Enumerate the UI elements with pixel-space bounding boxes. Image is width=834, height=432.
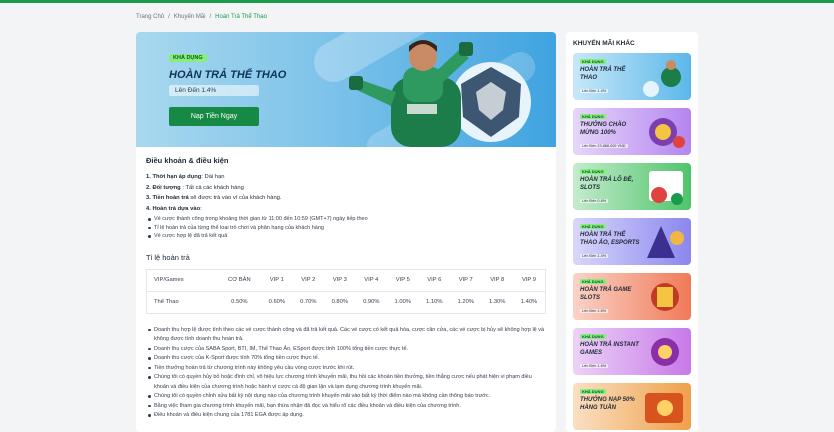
promo-card-badge: KHẢ DỤNG [580, 279, 606, 284]
promo-card-illustration [645, 393, 683, 423]
list-item: Chúng tôi có quyền chỉnh sửa bất kỳ nội … [146, 392, 546, 402]
table-cell: 1.20% [457, 299, 474, 305]
list-item: Doanh thu cược của SABA Sport, BTI, IM, … [146, 345, 546, 355]
table-cell: 0.60% [268, 299, 286, 305]
table-header: VIP 7 [450, 269, 482, 292]
promo-card-illustration [651, 283, 679, 311]
promo-card-badge: KHẢ DỤNG [580, 224, 606, 229]
table-cell: 1.10% [426, 299, 443, 305]
table-cell: 0.90% [363, 299, 380, 305]
promo-card-subtitle: Lên Đến 1.6% [580, 309, 609, 313]
terms-item: 3. Tiền hoàn trả sẽ được trả vào ví của … [146, 195, 282, 201]
list-item: Doanh thu cược của K-Sport được tính 70%… [146, 354, 546, 364]
promo-card-illustration [643, 60, 681, 97]
rebate-table-title: Tỉ lệ hoàn trả [146, 252, 190, 262]
table-header: VIP 6 [418, 269, 450, 292]
promo-card-illustration [647, 226, 684, 258]
other-promotions-sidebar: KHUYẾN MÃI KHÁC KHẢ DỤNG HOÀN TRẢ THỂ THA… [566, 32, 698, 432]
table-header: VIP 4 [355, 269, 388, 292]
promo-banner: KHẢ DỤNG HOÀN TRẢ THỂ THAO Lên Đến 1.4% … [136, 32, 556, 168]
terms-heading: Điều khoản & điều kiện [146, 156, 229, 165]
terms-item: 1. Thời hạn áp dụng: Dài hạn [146, 174, 225, 180]
table-row: Thể Thao 0.50% 0.60% 0.70% 0.80% 0.90% 1… [147, 291, 546, 313]
list-item: Điều khoản và điều kiện chung của 1781 E… [146, 411, 546, 421]
table-cell: 0.80% [331, 299, 349, 305]
terms-bullets: Vé cược thành công trong khoảng thời gia… [146, 215, 546, 241]
list-item: Tỉ lệ hoàn trả của từng thể loại trò chơ… [146, 224, 546, 233]
table-header: VIP 2 [292, 269, 325, 292]
deposit-now-button[interactable]: Nạp Tiền Ngay [169, 107, 259, 126]
table-cell: 1.30% [489, 299, 506, 305]
promo-card-badge: KHẢ DỤNG [580, 389, 606, 394]
breadcrumb-promotions[interactable]: Khuyến Mãi [174, 14, 206, 20]
promo-card-subtitle: Lên Đến 1.4% [580, 89, 609, 93]
promo-card-badge: KHẢ DỤNG [580, 334, 606, 339]
breadcrumb-home[interactable]: Trang Chủ [136, 14, 164, 20]
promo-card-subtitle: Lên Đến 1.4% [580, 254, 609, 258]
table-header: VIP 9 [512, 269, 546, 292]
terms-item: 2. Đối tượng : Tất cả các khách hàng [146, 184, 244, 191]
promo-card-illustration [651, 338, 679, 366]
promo-card[interactable]: KHẢ DỤNG HOÀN TRẢ GAME SLOTS Lên Đến 1.6% [573, 273, 691, 320]
table-header: VIP 1 [261, 269, 293, 292]
list-item: Chúng tôi có quyền hủy bỏ hoặc đình chỉ,… [146, 373, 546, 392]
promo-card-illustration [649, 171, 683, 205]
table-header: VIP 3 [324, 269, 356, 292]
breadcrumb-current: Hoàn Trả Thể Thao [215, 14, 267, 20]
promo-card-illustration [649, 118, 685, 148]
promo-card[interactable]: KHẢ DỤNG HOÀN TRẢ LÔ ĐỀ, SLOTS Lên Đến 0.8… [573, 163, 691, 210]
terms-item: 4. Hoàn trả dựa vào: [146, 205, 202, 212]
breadcrumb: Trang Chủ / Khuyến Mãi / Hoàn Trả Thể Th… [136, 14, 267, 20]
table-cell: 0.50% [231, 299, 248, 305]
promo-title: HOÀN TRẢ THỂ THAO [169, 69, 287, 81]
top-accent-bar [0, 0, 834, 3]
table-header: VIP 8 [481, 269, 513, 292]
rules-notes: Doanh thu hợp lệ được tính theo các vé c… [146, 326, 546, 421]
list-item: Tiền thưởng hoàn trả từ chương trình này… [146, 364, 546, 374]
table-cell: 1.40% [520, 299, 538, 305]
sidebar-title: KHUYẾN MÃI KHÁC [573, 40, 635, 47]
promo-card[interactable]: KHẢ DỤNG HOÀN TRẢ INSTANT GAMES Lên Đến 1.… [573, 328, 691, 375]
promo-card[interactable]: KHẢ DỤNG HOÀN TRẢ THỂ THAO Lên Đến 1.4% [573, 53, 691, 100]
rebate-table: VIP/Games CƠ BẢN VIP 1 VIP 2 VIP 3 VIP 4… [146, 268, 546, 314]
promo-card-badge: KHẢ DỤNG [580, 114, 606, 119]
list-item: Vé cược thành công trong khoảng thời gia… [146, 215, 546, 224]
table-cell: 0.70% [300, 299, 317, 305]
list-item: Bằng việc tham gia chương trình khuyến m… [146, 402, 546, 412]
table-header-row: VIP/Games CƠ BẢN VIP 1 VIP 2 VIP 3 VIP 4… [146, 269, 546, 292]
breadcrumb-sep: / [209, 14, 212, 20]
table-header: CƠ BẢN [217, 269, 262, 292]
promo-subtitle: Lên Đến 1.4% [169, 85, 259, 96]
promotion-detail-panel: KHẢ DỤNG HOÀN TRẢ THỂ THAO Lên Đến 1.4% … [136, 32, 556, 432]
promo-card[interactable]: KHẢ DỤNG HOÀN TRẢ THỂ THAO ẢO, ESPORTS Lên… [573, 218, 691, 265]
list-item: Vé cược hợp lệ đã trả kết quả [146, 232, 546, 241]
promo-card-subtitle: Lên Đến 1.6% [580, 364, 609, 368]
table-header: VIP/Games [146, 269, 218, 292]
breadcrumb-sep: / [168, 14, 170, 20]
promo-card-badge: KHẢ DỤNG [580, 59, 606, 64]
goalkeeper-illustration [349, 40, 531, 147]
promo-card-subtitle: Lên Đến 0.8% [580, 199, 609, 203]
promo-card[interactable]: KHẢ DỤNG THƯỞNG CHÀO MỪNG 100% Lên Đến 23,… [573, 108, 691, 155]
list-item: Doanh thu hợp lệ được tính theo các vé c… [146, 326, 546, 345]
table-cell: 1.00% [394, 299, 411, 305]
promo-card[interactable]: KHẢ DỤNG THƯỞNG NẠP 50% HÀNG TUẦN [573, 383, 691, 430]
table-cell: Thể Thao [154, 299, 179, 305]
table-header: VIP 5 [387, 269, 419, 292]
promo-card-subtitle: Lên Đến 23,888,000 VND [580, 144, 628, 148]
promo-status-badge: KHẢ DỤNG [169, 54, 207, 62]
promo-card-badge: KHẢ DỤNG [580, 169, 606, 174]
